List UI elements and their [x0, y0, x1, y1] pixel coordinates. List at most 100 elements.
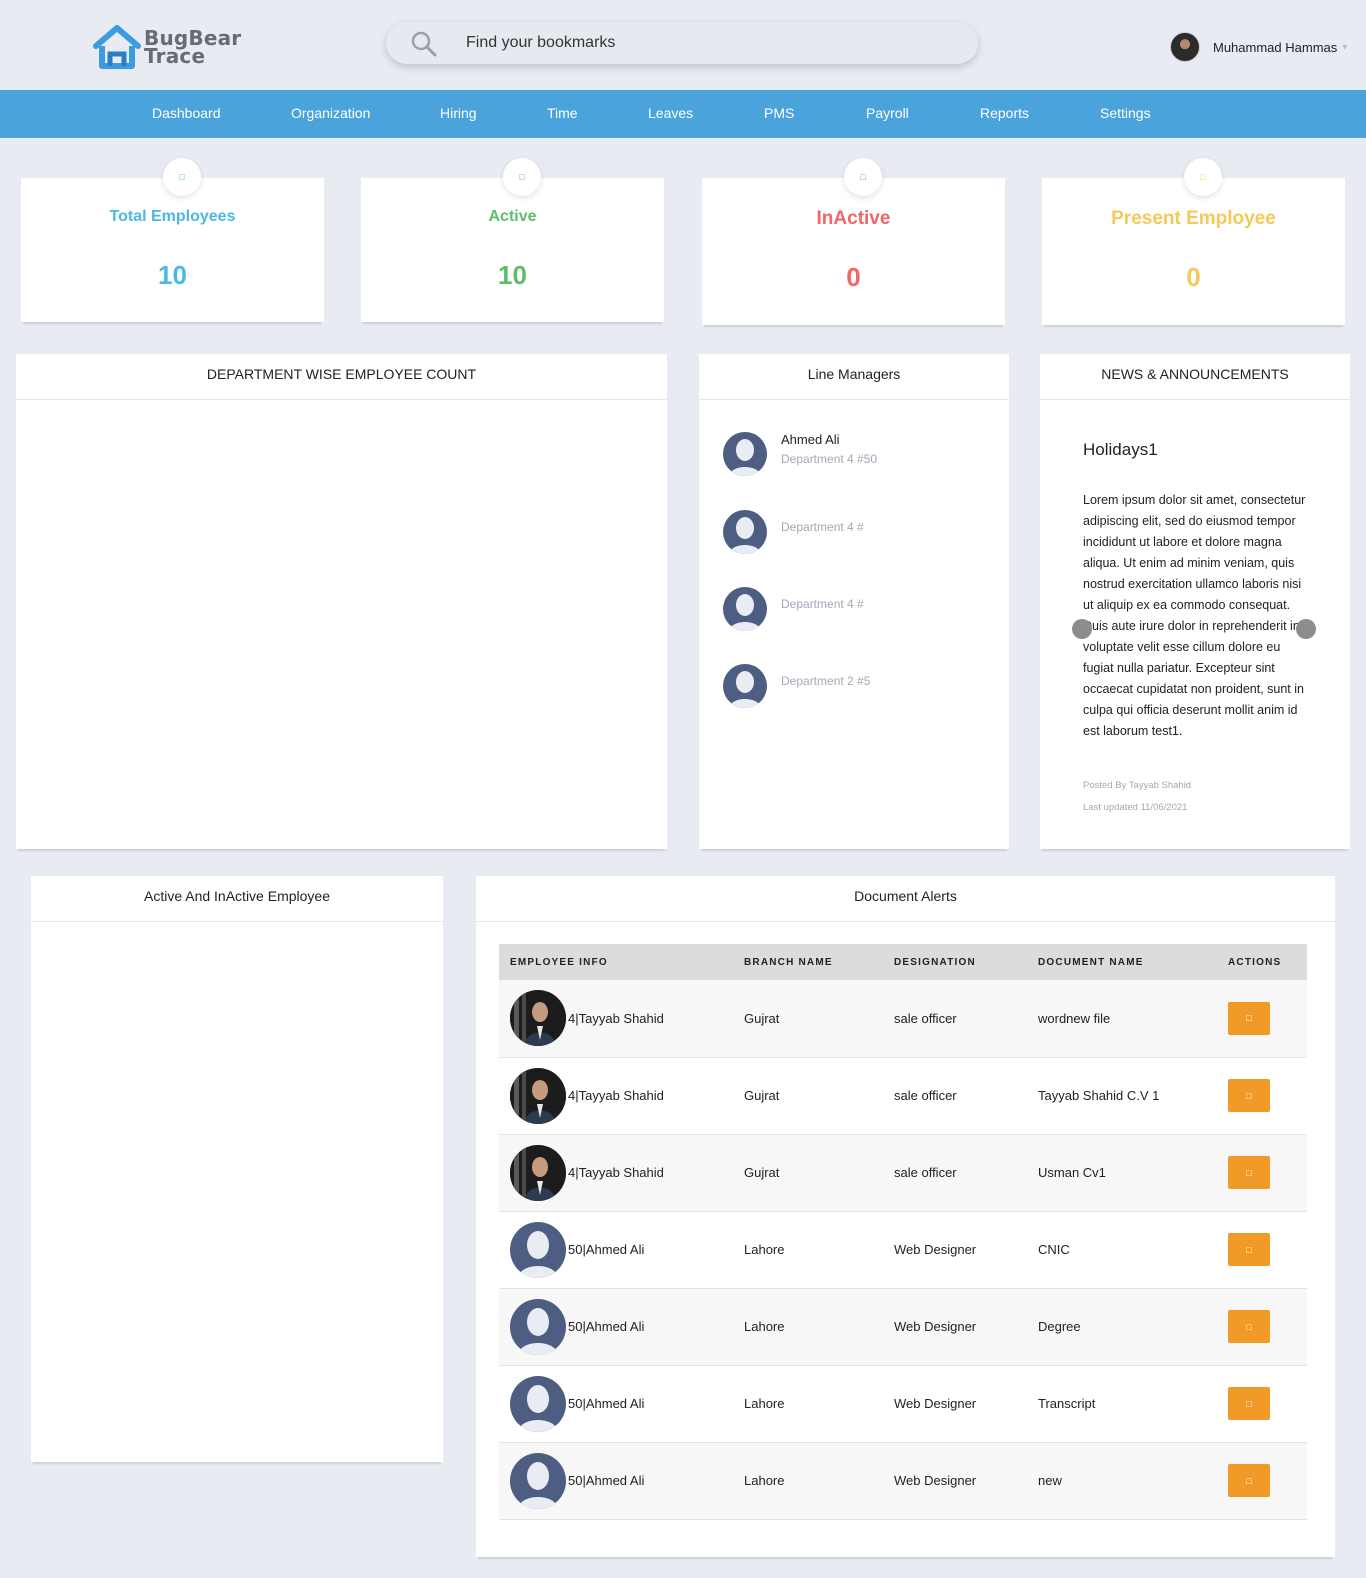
user-silhouette-icon — [729, 439, 761, 476]
panel-title: Active And InActive Employee — [31, 876, 443, 922]
user-menu[interactable]: Muhammad Hammas ▾ — [1170, 32, 1347, 62]
user-silhouette-icon — [729, 671, 761, 708]
line-manager-item[interactable]: Department 4 # — [723, 587, 983, 633]
designation-cell: Web Designer — [894, 1442, 1038, 1520]
user-silhouette-icon — [518, 1230, 558, 1278]
avatar[interactable] — [1170, 32, 1200, 62]
view-document-button[interactable]: □ — [1228, 1079, 1270, 1112]
eye-icon: □ — [1246, 1244, 1252, 1255]
top-header: BugBear Trace Find your bookmarks Muhamm… — [0, 0, 1366, 90]
nav-item-leaves[interactable]: Leaves — [648, 105, 693, 121]
employee-info[interactable]: 50|Ahmed Ali — [510, 1221, 744, 1278]
employee-info[interactable]: 50|Ahmed Ali — [510, 1375, 744, 1432]
line-manager-item[interactable]: Department 4 # — [723, 510, 983, 556]
news-last-updated: Last updated 11/06/2021 — [1083, 802, 1188, 813]
search-input[interactable]: Find your bookmarks — [466, 34, 615, 52]
eye-icon: □ — [1246, 1167, 1252, 1178]
table-row: 50|Ahmed Ali Lahore Web Designer new □ — [499, 1442, 1307, 1520]
avatar — [510, 1067, 566, 1124]
view-document-button[interactable]: □ — [1228, 1310, 1270, 1343]
nav-item-organization[interactable]: Organization — [291, 105, 370, 121]
view-document-button[interactable]: □ — [1228, 1156, 1270, 1189]
employee-info[interactable]: 4|Tayyab Shahid — [510, 1067, 744, 1124]
stat-label: Active — [488, 208, 537, 225]
employee-info[interactable]: 50|Ahmed Ali — [510, 1298, 744, 1355]
nav-item-pms[interactable]: PMS — [764, 105, 794, 121]
document-alerts-table: EMPLOYEE INFO BRANCH NAME DESIGNATION DO… — [499, 944, 1307, 1520]
document-cell: Usman Cv1 — [1038, 1134, 1228, 1212]
branch-cell: Lahore — [744, 1365, 894, 1443]
panel-title: Document Alerts — [476, 876, 1335, 922]
nav-item-hiring[interactable]: Hiring — [440, 105, 477, 121]
column-header-actions: ACTIONS — [1228, 944, 1307, 980]
main-nav: Dashboard Organization Hiring Time Leave… — [0, 90, 1366, 138]
designation-cell: sale officer — [894, 980, 1038, 1058]
document-cell: Tayyab Shahid C.V 1 — [1038, 1057, 1228, 1135]
nav-item-reports[interactable]: Reports — [980, 105, 1029, 121]
document-cell: wordnew file — [1038, 980, 1228, 1058]
chevron-down-icon[interactable]: ▾ — [1342, 42, 1347, 53]
search-bar[interactable]: Find your bookmarks — [386, 22, 978, 64]
branch-cell: Gujrat — [744, 980, 894, 1058]
department-count-panel: DEPARTMENT WISE EMPLOYEE COUNT — [16, 354, 667, 849]
stat-label: InActive — [816, 208, 891, 229]
eye-icon: □ — [1246, 1321, 1252, 1332]
designation-cell: sale officer — [894, 1057, 1038, 1135]
view-document-button[interactable]: □ — [1228, 1387, 1270, 1420]
line-manager-department: Department 4 # — [781, 597, 864, 611]
carousel-prev-button[interactable] — [1072, 619, 1092, 639]
table-row: 4|Tayyab Shahid Gujrat sale officer wordnew… — [499, 980, 1307, 1058]
stat-value: 0 — [1186, 262, 1201, 292]
avatar — [723, 432, 767, 476]
document-cell: Transcript — [1038, 1365, 1228, 1443]
users-icon: □ — [163, 158, 201, 196]
user-check-icon: □ — [503, 158, 541, 196]
line-manager-name: Ahmed Ali — [781, 432, 840, 447]
user-silhouette-icon — [518, 1461, 558, 1509]
nav-item-time[interactable]: Time — [547, 105, 578, 121]
avatar — [723, 664, 767, 708]
stat-card-present-employee: □ Present Employee 0 — [1042, 158, 1345, 325]
eye-icon: □ — [1246, 1090, 1252, 1101]
logo-text: BugBear Trace — [144, 28, 241, 66]
avatar — [510, 990, 566, 1047]
carousel-next-button[interactable] — [1296, 619, 1316, 639]
panel-title: NEWS & ANNOUNCEMENTS — [1040, 354, 1350, 400]
designation-cell: Web Designer — [894, 1365, 1038, 1443]
line-manager-item[interactable]: Ahmed Ali Department 4 #50 — [723, 432, 983, 478]
table-row: 50|Ahmed Ali Lahore Web Designer Degree □ — [499, 1288, 1307, 1366]
nav-item-dashboard[interactable]: Dashboard — [152, 105, 221, 121]
eye-icon: □ — [1246, 1013, 1252, 1024]
line-manager-department: Department 4 #50 — [781, 452, 878, 466]
avatar — [723, 587, 767, 631]
avatar — [510, 1375, 566, 1432]
employee-name: 4|Tayyab Shahid — [568, 1088, 664, 1103]
table-row: 50|Ahmed Ali Lahore Web Designer Transcript… — [499, 1365, 1307, 1443]
stat-label: Total Employees — [109, 208, 236, 225]
user-name[interactable]: Muhammad Hammas — [1213, 40, 1337, 55]
search-icon[interactable] — [410, 30, 438, 58]
table-row: 4|Tayyab Shahid Gujrat sale officer Tayyab … — [499, 1057, 1307, 1135]
view-document-button[interactable]: □ — [1228, 1464, 1270, 1497]
app-logo[interactable]: BugBear Trace — [92, 24, 252, 70]
line-manager-department: Department 4 # — [781, 520, 864, 534]
avatar — [723, 510, 767, 554]
nav-item-payroll[interactable]: Payroll — [866, 105, 909, 121]
view-document-button[interactable]: □ — [1228, 1233, 1270, 1266]
designation-cell: Web Designer — [894, 1211, 1038, 1289]
user-silhouette-icon — [518, 1384, 558, 1432]
user-clock-icon: □ — [1184, 158, 1222, 196]
panel-title: Line Managers — [699, 354, 1009, 400]
nav-item-settings[interactable]: Settings — [1100, 105, 1151, 121]
view-document-button[interactable]: □ — [1228, 1001, 1270, 1035]
house-logo-icon — [93, 25, 141, 69]
employee-info[interactable]: 50|Ahmed Ali — [510, 1452, 744, 1509]
employee-name: 50|Ahmed Ali — [568, 1473, 645, 1488]
news-title: Holidays1 — [1083, 440, 1158, 459]
eye-icon: □ — [1246, 1475, 1252, 1486]
employee-info[interactable]: 4|Tayyab Shahid — [510, 990, 744, 1047]
branch-cell: Lahore — [744, 1211, 894, 1289]
line-manager-item[interactable]: Department 2 #5 — [723, 664, 983, 710]
employee-info[interactable]: 4|Tayyab Shahid — [510, 1144, 744, 1201]
active-inactive-panel: Active And InActive Employee — [31, 876, 443, 1462]
